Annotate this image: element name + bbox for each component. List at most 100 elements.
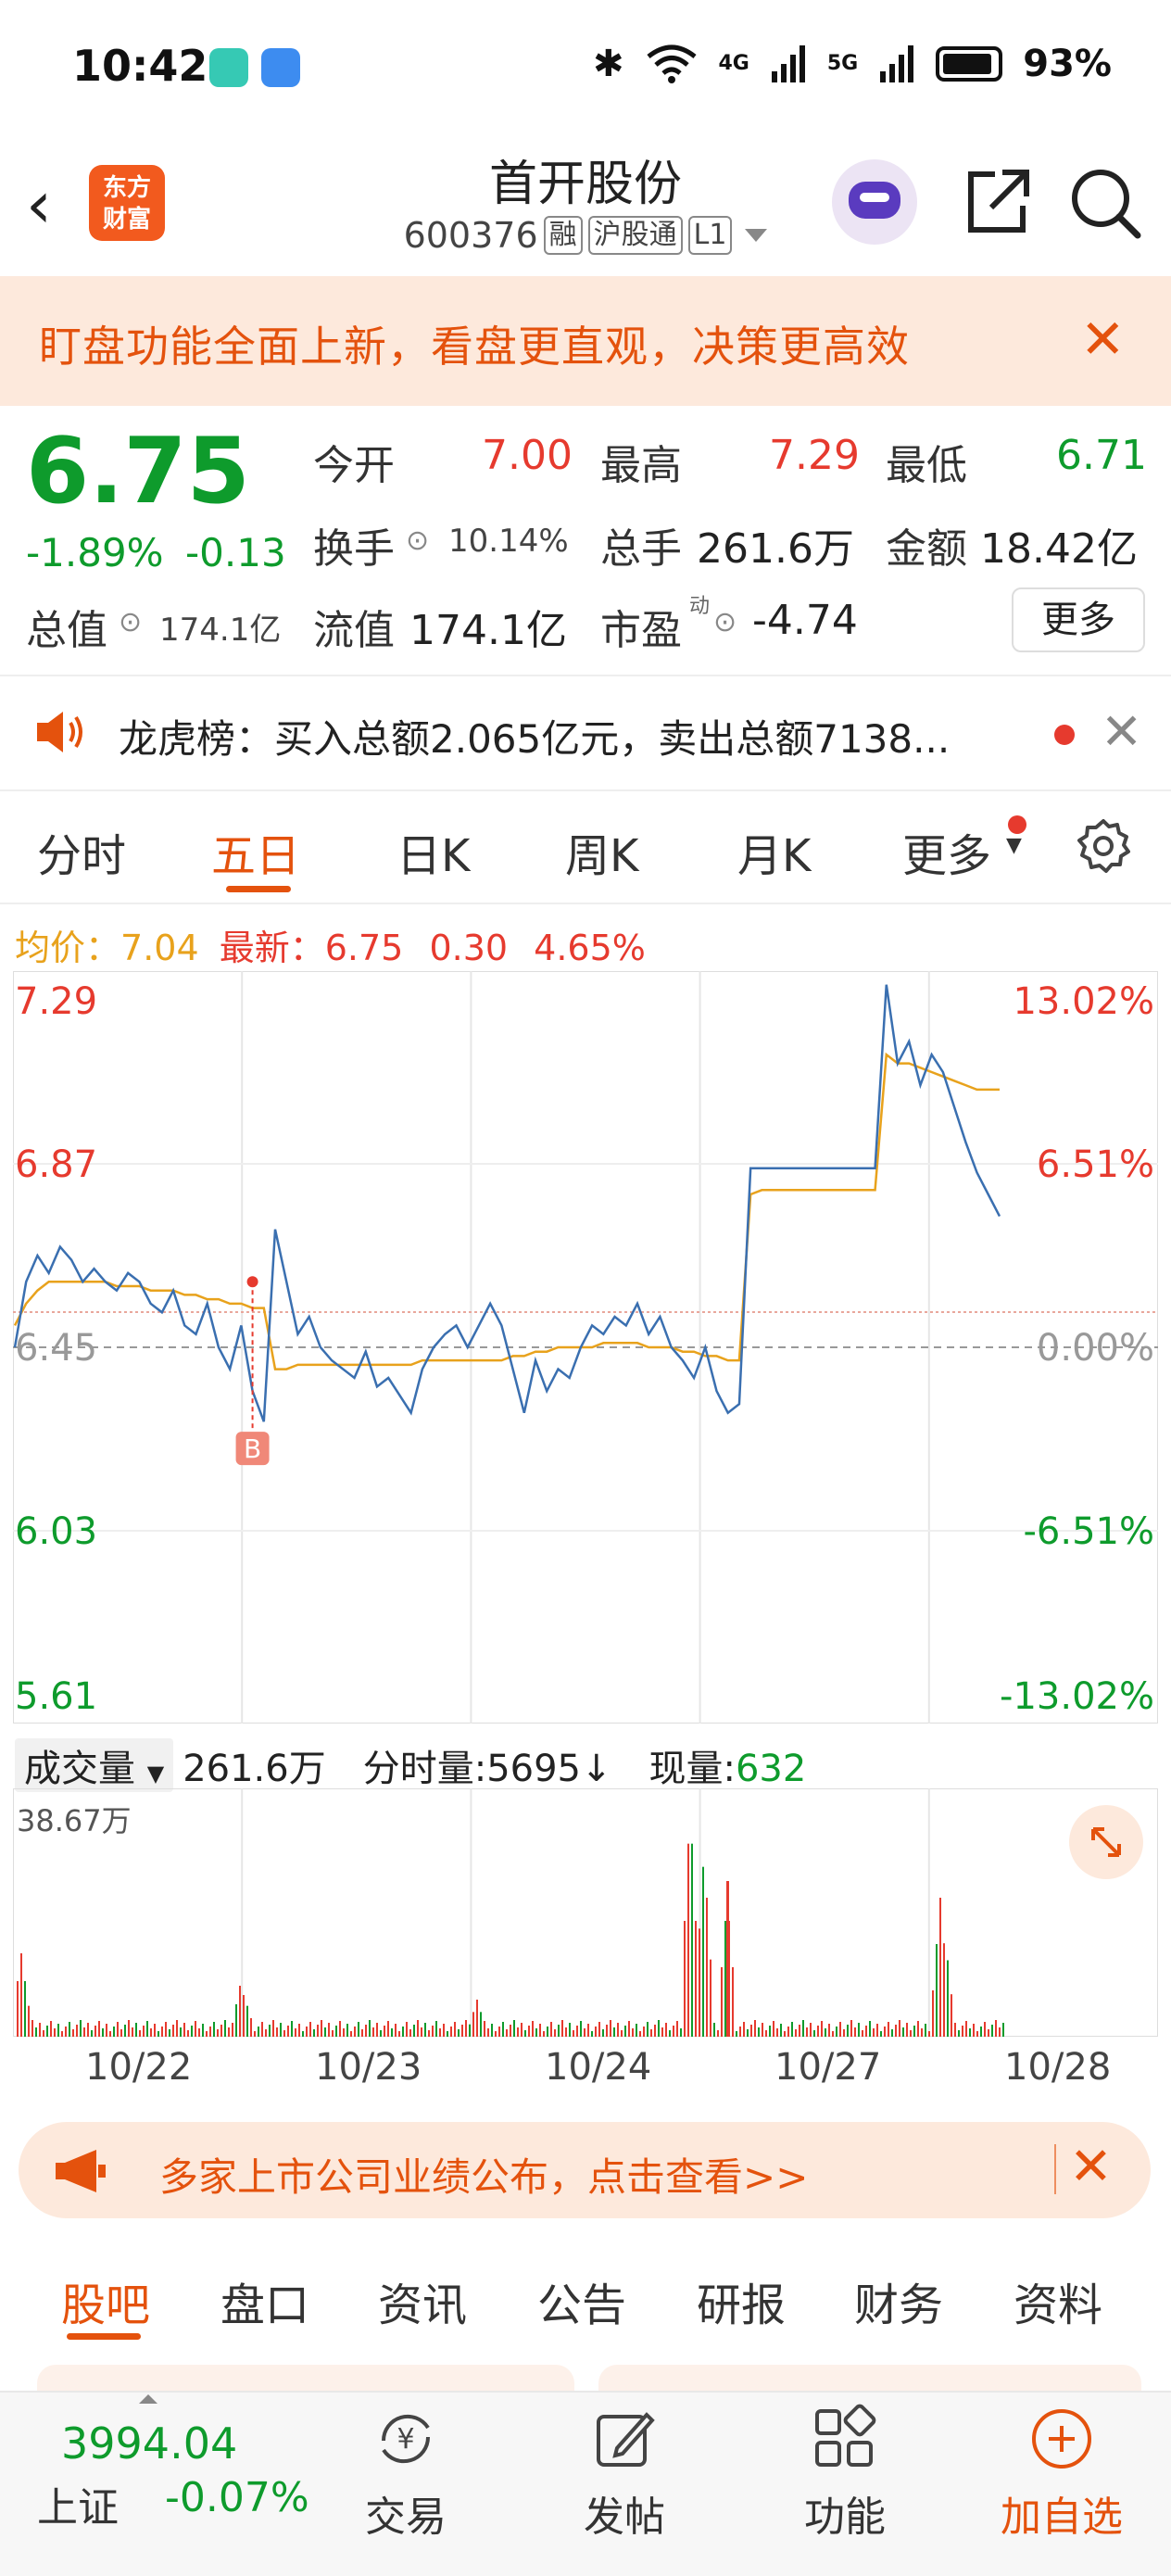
volume-bar bbox=[661, 2027, 663, 2037]
stock-code: 600376 bbox=[403, 215, 538, 256]
volume-bar bbox=[50, 2021, 52, 2037]
volume-bar bbox=[450, 2027, 452, 2037]
volume-bar bbox=[365, 2025, 367, 2037]
volume-bar bbox=[154, 2024, 156, 2037]
nav-post[interactable]: 发帖 bbox=[550, 2483, 699, 2543]
add-watch-icon[interactable] bbox=[1026, 2404, 1097, 2474]
volume-bar bbox=[532, 2021, 534, 2037]
tab-five-day[interactable]: 五日 bbox=[211, 819, 300, 884]
volume-bar bbox=[461, 2025, 463, 2037]
nav-trade[interactable]: 交易 bbox=[332, 2483, 480, 2543]
promo-text: 多家上市公司业绩公布，点击查看>> bbox=[159, 2154, 809, 2200]
tab-research[interactable]: 研报 bbox=[697, 2268, 786, 2333]
tab-more[interactable]: 更多 bbox=[902, 819, 991, 884]
volume-bar bbox=[87, 2023, 89, 2037]
float-label: 流值 bbox=[313, 607, 395, 654]
volume-bar bbox=[113, 2027, 115, 2037]
ai-assistant-icon[interactable] bbox=[832, 159, 917, 245]
volume-bar bbox=[825, 2028, 826, 2037]
dragon-tiger-text[interactable]: 龙虎榜：买入总额2.065亿元，卖出总额7138... bbox=[119, 708, 950, 764]
volume-bar bbox=[558, 2025, 560, 2037]
nav-function[interactable]: 功能 bbox=[771, 2483, 919, 2543]
volume-bar bbox=[876, 2024, 878, 2037]
y-tick-pct-label: -13.02% bbox=[1000, 1675, 1154, 1718]
search-icon[interactable] bbox=[1065, 163, 1143, 241]
volume-bar bbox=[706, 1898, 708, 2037]
volume-bar bbox=[187, 2030, 189, 2037]
volume-bar bbox=[891, 2029, 893, 2037]
tab-order-book[interactable]: 盘口 bbox=[220, 2268, 309, 2333]
close-icon[interactable]: ✕ bbox=[1080, 311, 1126, 367]
status-indicators: ✱ 4G 5G 93% bbox=[593, 43, 1112, 85]
volume-bar bbox=[758, 2027, 760, 2037]
share-icon[interactable] bbox=[960, 165, 1034, 239]
volume-bar bbox=[335, 2026, 337, 2037]
tab-profile[interactable]: 资料 bbox=[1014, 2268, 1102, 2333]
more-quote-button[interactable]: 更多 bbox=[1012, 587, 1145, 652]
volume-bar bbox=[183, 2023, 185, 2037]
tab-forum[interactable]: 股吧 bbox=[61, 2268, 150, 2333]
volume-bar bbox=[602, 2029, 604, 2037]
tab-finance[interactable]: 财务 bbox=[854, 2268, 943, 2333]
trade-icon[interactable]: ¥ bbox=[371, 2404, 441, 2474]
function-icon[interactable] bbox=[810, 2404, 880, 2474]
volume-bar bbox=[161, 2027, 163, 2037]
volume-bar bbox=[432, 2026, 434, 2037]
volume-bar bbox=[195, 2021, 196, 2037]
info-icon[interactable]: ⊙ bbox=[713, 606, 737, 638]
info-icon[interactable]: ⊙ bbox=[406, 524, 429, 557]
volume-bar bbox=[80, 2020, 82, 2037]
volume-bar bbox=[43, 2030, 44, 2037]
volume-bar bbox=[747, 2029, 749, 2037]
close-icon[interactable]: ✕ bbox=[1069, 2140, 1113, 2194]
tab-news[interactable]: 资讯 bbox=[378, 2268, 467, 2333]
volume-label: 总手 bbox=[600, 525, 682, 573]
volume-bar bbox=[295, 2028, 296, 2037]
volume-bar bbox=[506, 2029, 508, 2037]
tab-monthly-k[interactable]: 月K bbox=[737, 819, 811, 884]
volume-bar bbox=[317, 2025, 319, 2037]
volume-bar bbox=[209, 2027, 211, 2037]
volume-bar bbox=[54, 2028, 56, 2037]
buy-marker-dot bbox=[246, 1276, 258, 1288]
date-label: 10/28 bbox=[1004, 2046, 1112, 2089]
volume-bar bbox=[98, 2021, 100, 2037]
volume-bar bbox=[306, 2027, 308, 2037]
volume-bar bbox=[324, 2027, 326, 2037]
volume-bar bbox=[435, 2021, 437, 2037]
amount-value: 18.42亿 bbox=[980, 525, 1138, 573]
volume-bar bbox=[895, 2025, 897, 2037]
volume-bar bbox=[380, 2030, 382, 2037]
tab-weekly-k[interactable]: 周K bbox=[565, 819, 638, 884]
volume-bar bbox=[217, 2029, 219, 2037]
index-value[interactable]: 3994.04 bbox=[61, 2418, 237, 2469]
volume-bar bbox=[899, 2020, 900, 2037]
volume-bar bbox=[843, 2029, 845, 2037]
nav-add-watchlist[interactable]: 加自选 bbox=[988, 2483, 1136, 2543]
close-icon[interactable]: ✕ bbox=[1101, 706, 1142, 758]
expand-icon[interactable] bbox=[1069, 1805, 1143, 1879]
volume-bar bbox=[283, 2030, 285, 2037]
low-label: 最低 bbox=[886, 442, 967, 489]
volume-bar bbox=[750, 2025, 752, 2037]
info-icon[interactable]: ⊙ bbox=[119, 606, 142, 638]
tab-intraday[interactable]: 分时 bbox=[37, 819, 126, 884]
volume-bar bbox=[806, 2027, 808, 2037]
volume-bar bbox=[598, 2022, 600, 2037]
five-day-price-chart[interactable]: 7.29 13.02% 6.87 6.51% 6.45 0.00% 6.03 -6.51% 5.… bbox=[13, 971, 1158, 1724]
volume-frame bbox=[13, 1788, 1158, 2037]
volume-bar bbox=[469, 2024, 471, 2037]
volume-bar bbox=[802, 2020, 804, 2037]
volume-bar bbox=[958, 2030, 960, 2037]
gear-icon[interactable] bbox=[1075, 817, 1132, 875]
volume-bar bbox=[610, 2020, 611, 2037]
tab-announcements[interactable]: 公告 bbox=[537, 2268, 626, 2333]
tab-daily-k[interactable]: 日K bbox=[397, 819, 470, 884]
volume-bar bbox=[724, 1921, 726, 2037]
date-label: 10/24 bbox=[545, 2046, 652, 2089]
buy-marker-label: B bbox=[244, 1433, 261, 1464]
turnover-label: 换手 bbox=[313, 525, 395, 573]
post-icon[interactable] bbox=[589, 2404, 660, 2474]
indicator-selector[interactable]: 成交量 ▼ bbox=[15, 1738, 174, 1792]
chevron-up-icon[interactable] bbox=[139, 2394, 157, 2404]
